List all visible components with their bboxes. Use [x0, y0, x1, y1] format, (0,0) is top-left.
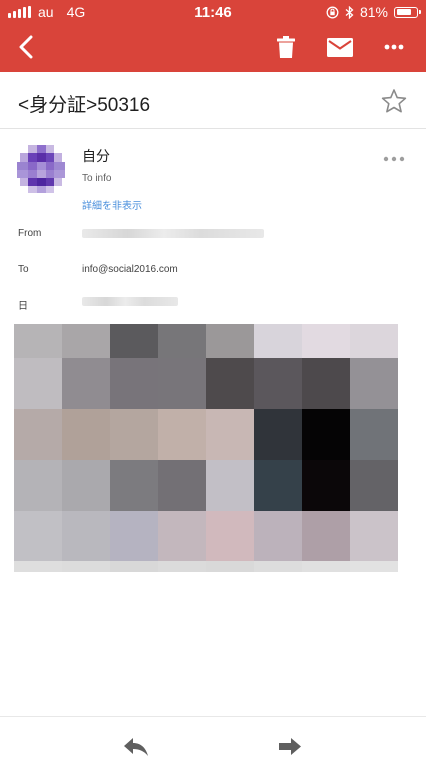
from-value-redacted [82, 229, 264, 238]
more-vert-icon [384, 44, 404, 50]
star-icon[interactable] [381, 88, 407, 114]
status-bar: au 4G 11:46 81% [0, 0, 426, 24]
mail-icon [327, 37, 353, 57]
to-value: info@social2016.com [82, 264, 178, 275]
forward-icon[interactable] [278, 736, 302, 758]
reply-icon[interactable] [123, 736, 149, 758]
hide-details-link[interactable]: 詳細を非表示 [82, 197, 142, 212]
trash-icon [277, 36, 295, 58]
back-button[interactable] [12, 30, 40, 64]
back-arrow-icon [19, 35, 33, 59]
mark-unread-button[interactable] [324, 30, 356, 64]
to-label: To [18, 264, 29, 275]
recipient-summary: To info [82, 173, 112, 184]
email-subject: <身分証>50316 [18, 95, 151, 116]
app-header: au 4G 11:46 81% [0, 0, 426, 72]
bluetooth-icon [345, 5, 354, 19]
delete-button[interactable] [273, 30, 299, 64]
from-label: From [18, 228, 42, 239]
date-value-redacted [82, 297, 178, 306]
date-label: 日 [18, 301, 28, 312]
more-horiz-icon[interactable] [383, 152, 405, 166]
battery-percent: 81% [359, 4, 388, 20]
more-options-button[interactable] [380, 30, 408, 64]
sender-name: 自分 [82, 148, 110, 164]
orientation-lock-icon [326, 6, 339, 18]
bottom-action-bar [0, 716, 426, 759]
avatar [17, 145, 65, 193]
subject-row: <身分証>50316 [0, 72, 426, 129]
attached-image-redacted[interactable] [14, 324, 398, 572]
battery-icon [394, 6, 421, 18]
